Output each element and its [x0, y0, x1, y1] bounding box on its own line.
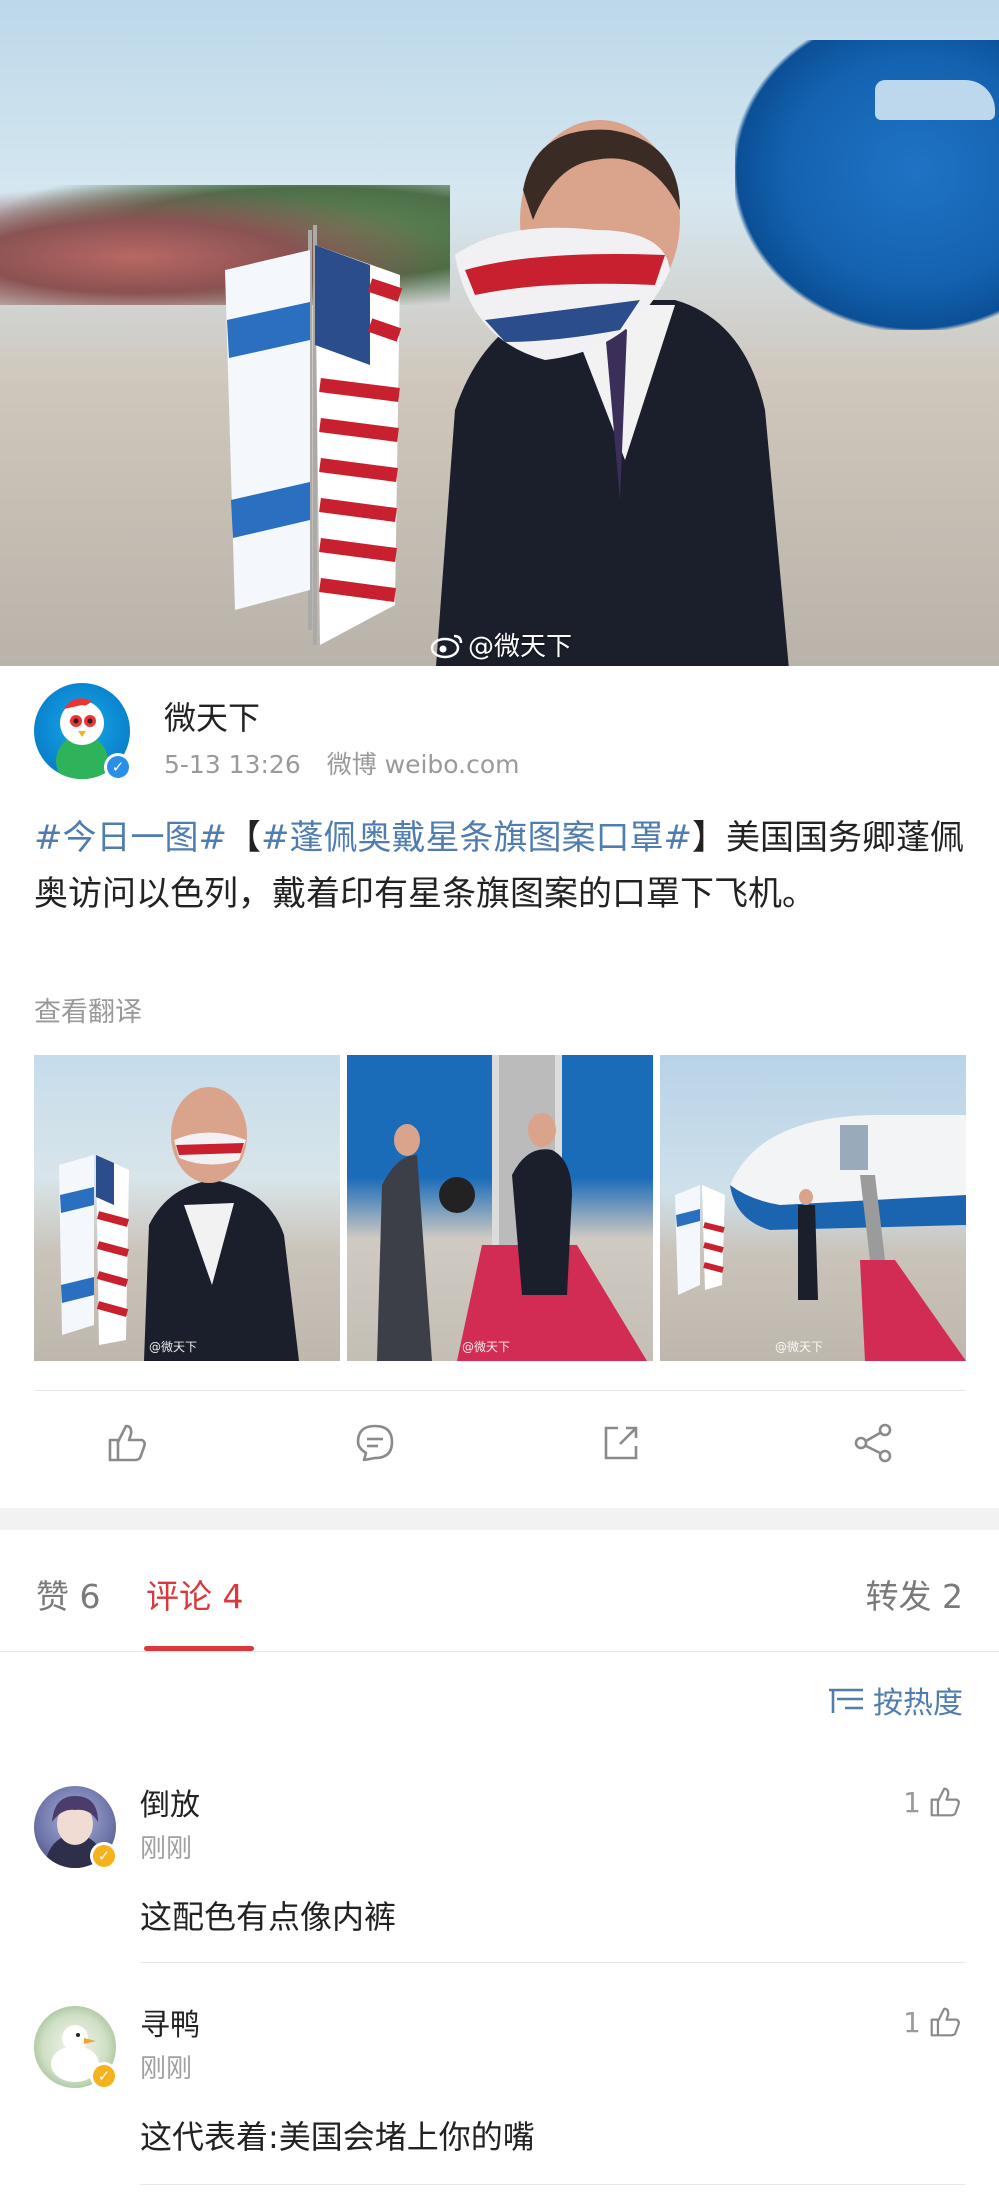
tab-reposts[interactable]: 转发 2: [866, 1570, 964, 1618]
comment-like-button[interactable]: 1: [903, 2004, 963, 2040]
thumbnail-photo-1: [59, 1087, 299, 1361]
sort-label: 按热度: [873, 1686, 963, 1721]
post-timestamp: 5-13 13:26: [164, 750, 301, 779]
hashtag-link[interactable]: #蓬佩奥戴星条旗图案口罩#: [261, 818, 692, 858]
comment-text: 这配色有点像内裤: [140, 1898, 397, 1936]
comment-time: 刚刚: [140, 2054, 193, 2084]
comment-text: 这代表着:美国会堵上你的嘴: [140, 2118, 535, 2156]
person-in-suit: [436, 120, 789, 666]
author-name[interactable]: 微天下: [164, 693, 260, 739]
action-divider: [34, 1390, 965, 1391]
bracket-open: 【: [226, 818, 261, 858]
commenter-name[interactable]: 寻鸭: [140, 2000, 200, 2044]
tabs-divider: [0, 1651, 999, 1652]
thumbnail-watermark: @微天下: [149, 1340, 198, 1354]
verified-check-icon: ✓: [93, 1845, 115, 1867]
airplane-cockpit: [875, 80, 995, 120]
thumb-up-icon: [930, 2007, 960, 2037]
image-thumbnail[interactable]: @微天下: [347, 1055, 653, 1361]
comment-divider: [140, 2184, 965, 2185]
post-body: #今日一图#【#蓬佩奥戴星条旗图案口罩#】美国国务卿蓬佩奥访问以色列，戴着印有星…: [34, 810, 974, 922]
us-flag: [313, 225, 403, 645]
comment-divider: [140, 1962, 965, 1963]
tab-likes[interactable]: 赞 6: [36, 1570, 101, 1618]
verified-check-icon: ✓: [93, 2065, 115, 2087]
image-thumbnail[interactable]: @微天下: [660, 1055, 966, 1361]
thumbnail-watermark: @微天下: [775, 1340, 824, 1354]
post-hero-photo[interactable]: @微天下: [0, 0, 999, 666]
post-header: ✓ 微天下 5-13 13:26 微博 weibo.com: [34, 683, 974, 783]
section-gap: [0, 1508, 999, 1530]
verified-check-icon: ✓: [107, 756, 129, 778]
post-action-bar: [0, 1400, 999, 1490]
image-thumbnail[interactable]: @微天下: [34, 1055, 340, 1361]
verified-badge: ✓: [90, 2062, 118, 2090]
hashtag-link[interactable]: #今日一图#: [34, 818, 227, 858]
thumb-up-icon: [930, 1787, 960, 1817]
sort-button[interactable]: 按热度: [827, 1678, 963, 1722]
interaction-tabs: 赞 6 评论 4 转发 2: [0, 1530, 999, 1652]
comment-icon[interactable]: [352, 1420, 398, 1466]
sort-icon: [829, 1688, 863, 1713]
thumb-up-icon[interactable]: [104, 1420, 150, 1466]
repost-icon[interactable]: [598, 1420, 644, 1466]
translate-link[interactable]: 查看翻译: [34, 990, 142, 1029]
post-source: 微博 weibo.com: [326, 750, 520, 779]
weibo-logo-icon: [430, 634, 463, 658]
comment-like-count: 1: [903, 2005, 921, 2039]
commenter-name[interactable]: 倒放: [140, 1780, 200, 1824]
photo-watermark: @微天下: [430, 626, 572, 663]
share-icon[interactable]: [850, 1420, 896, 1466]
tab-comments[interactable]: 评论 4: [146, 1570, 244, 1618]
post-meta: 5-13 13:26 微博 weibo.com: [164, 745, 519, 781]
comment-time: 刚刚: [140, 1834, 193, 1864]
thumbnail-photo-3: [675, 1115, 966, 1361]
image-grid: @微天下 @微天下 @微天下: [34, 1055, 970, 1361]
comment-like-button[interactable]: 1: [903, 1784, 963, 1820]
thumbnail-watermark: @微天下: [462, 1340, 511, 1354]
comment-like-count: 1: [903, 1785, 921, 1819]
bracket-close: 】: [691, 818, 726, 858]
verified-badge: ✓: [104, 753, 132, 781]
verified-badge: ✓: [90, 1842, 118, 1870]
watermark-text: @微天下: [468, 632, 573, 662]
thumbnail-photo-2: [377, 1055, 647, 1361]
